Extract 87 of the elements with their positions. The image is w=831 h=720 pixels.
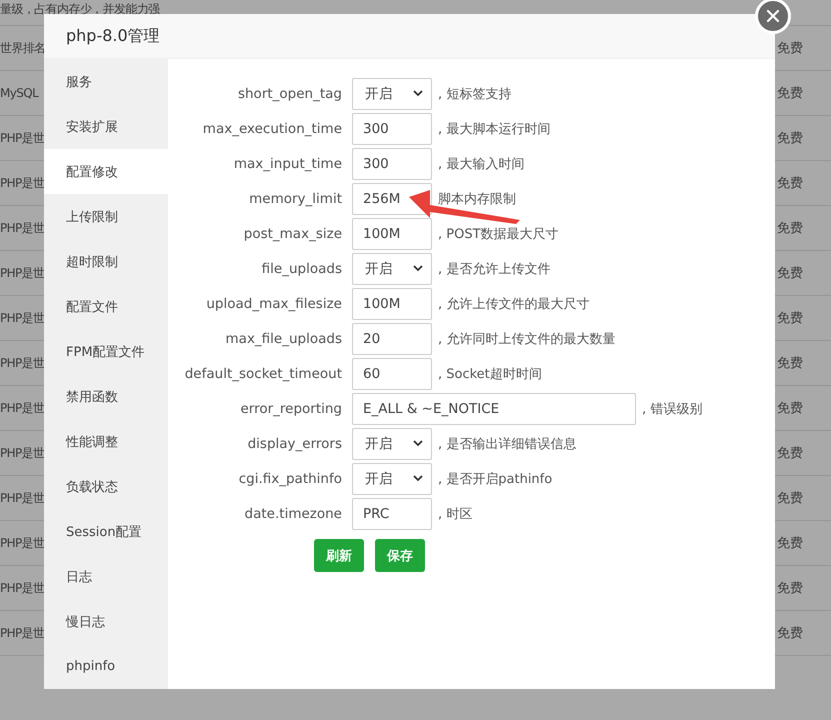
input-field[interactable]: 20 bbox=[352, 322, 432, 354]
select-field[interactable]: 开启 bbox=[352, 462, 432, 494]
background-text: PHP是世 bbox=[0, 174, 44, 192]
setting-label: cgi.fix_pathinfo bbox=[238, 470, 342, 486]
background-text: PHP是世 bbox=[0, 624, 44, 642]
sidebar-item[interactable]: 服务 bbox=[44, 59, 168, 104]
setting-label: max_input_time bbox=[232, 156, 342, 172]
background-text: PHP是世 bbox=[0, 310, 44, 326]
setting-description: , 允许上传文件的最大尺寸 bbox=[438, 296, 590, 312]
background-text: 世界排名 bbox=[0, 40, 46, 56]
price-text: 免费 bbox=[777, 400, 803, 417]
setting-label: memory_limit bbox=[248, 190, 342, 206]
background-text: PHP是世 bbox=[0, 580, 44, 596]
select-field[interactable]: 开启 bbox=[352, 78, 432, 110]
sidebar-item[interactable]: 慢日志 bbox=[44, 599, 168, 644]
sidebar-item[interactable]: 安装扩展 bbox=[44, 104, 168, 149]
setting-description: , 错误级别 bbox=[642, 400, 702, 418]
input-field[interactable]: 60 bbox=[352, 358, 432, 390]
setting-label: date.timezone bbox=[244, 506, 342, 522]
setting-label: upload_max_filesize bbox=[205, 296, 342, 312]
chevron-icon bbox=[413, 90, 423, 97]
setting-description: , 是否开启pathinfo bbox=[438, 470, 552, 488]
input-field[interactable]: 100M bbox=[352, 288, 432, 320]
background-text: PHP是世 bbox=[0, 400, 44, 416]
background-text: PHP是世 bbox=[0, 444, 44, 462]
price-text: 免费 bbox=[777, 40, 803, 57]
price-text: 免费 bbox=[777, 355, 803, 372]
close-icon bbox=[766, 9, 780, 23]
input-field[interactable]: 100M bbox=[352, 218, 432, 250]
background-text: PHP是世 bbox=[0, 130, 44, 146]
setting-description: 脚本内存限制 bbox=[438, 190, 516, 208]
price-text: 免费 bbox=[777, 310, 803, 327]
setting-label: error_reporting bbox=[239, 400, 342, 416]
setting-description: , 最大脚本运行时间 bbox=[438, 120, 550, 138]
setting-description: , POST数据最大尺寸 bbox=[438, 226, 559, 242]
background-text: MySQL bbox=[0, 86, 38, 100]
price-text: 免费 bbox=[777, 580, 803, 597]
background-text: PHP是世 bbox=[0, 354, 44, 372]
dialog-title: php-8.0管理 bbox=[44, 14, 775, 59]
sidebar-item[interactable]: 配置文件 bbox=[44, 284, 168, 329]
sidebar-item[interactable]: 日志 bbox=[44, 554, 168, 599]
sidebar-item[interactable]: phpinfo bbox=[44, 644, 168, 689]
input-field[interactable]: 300 bbox=[352, 148, 432, 180]
sidebar-item[interactable]: FPM配置文件 bbox=[44, 329, 168, 374]
sidebar-item[interactable]: 配置修改 bbox=[44, 149, 168, 194]
setting-label: file_uploads bbox=[260, 260, 342, 276]
sidebar-item[interactable]: 负载状态 bbox=[44, 464, 168, 509]
price-text: 免费 bbox=[777, 490, 803, 507]
sidebar-item[interactable]: 超时限制 bbox=[44, 239, 168, 284]
background-text: PHP是世 bbox=[0, 490, 44, 506]
select-field[interactable]: 开启 bbox=[352, 428, 432, 460]
chevron-icon bbox=[413, 475, 423, 482]
select-field[interactable]: 开启 bbox=[352, 252, 432, 284]
price-text: 免费 bbox=[777, 535, 803, 552]
setting-description: , 时区 bbox=[438, 506, 472, 522]
background-text: PHP是世 bbox=[0, 534, 44, 552]
setting-label: post_max_size bbox=[242, 226, 342, 242]
sidebar-item[interactable]: 禁用函数 bbox=[44, 374, 168, 419]
price-text: 免费 bbox=[777, 625, 803, 642]
input-field[interactable]: E_ALL & ~E_NOTICE bbox=[352, 392, 636, 424]
price-text: 免费 bbox=[777, 265, 803, 282]
price-text: 免费 bbox=[777, 445, 803, 462]
sidebar-item[interactable]: Session配置 bbox=[44, 509, 168, 554]
setting-description: , 允许同时上传文件的最大数量 bbox=[438, 330, 616, 348]
price-text: 免费 bbox=[777, 85, 803, 102]
chevron-icon bbox=[413, 265, 423, 272]
setting-label: short_open_tag bbox=[236, 86, 342, 102]
price-text: 免费 bbox=[777, 175, 803, 192]
setting-description: , 是否输出详细错误信息 bbox=[438, 436, 576, 452]
setting-label: max_execution_time bbox=[202, 120, 342, 136]
input-field[interactable]: 300 bbox=[352, 112, 432, 144]
sidebar-item[interactable]: 性能调整 bbox=[44, 419, 168, 464]
price-text: 免费 bbox=[777, 220, 803, 237]
input-field[interactable]: PRC bbox=[352, 498, 432, 530]
setting-description: , Socket超时时间 bbox=[438, 366, 542, 382]
setting-description: , 短标签支持 bbox=[438, 86, 512, 102]
setting-description: , 最大输入时间 bbox=[438, 156, 524, 172]
setting-label: max_file_uploads bbox=[224, 330, 342, 346]
background-text: PHP是世 bbox=[0, 264, 44, 282]
setting-label: display_errors bbox=[246, 436, 342, 452]
close-button[interactable] bbox=[755, 0, 791, 34]
sidebar-item[interactable]: 上传限制 bbox=[44, 194, 168, 239]
setting-label: default_socket_timeout bbox=[184, 366, 342, 382]
background-text: PHP是世 bbox=[0, 220, 44, 236]
setting-description: , 是否允许上传文件 bbox=[438, 260, 550, 278]
price-text: 免费 bbox=[777, 130, 803, 147]
chevron-icon bbox=[413, 440, 423, 447]
